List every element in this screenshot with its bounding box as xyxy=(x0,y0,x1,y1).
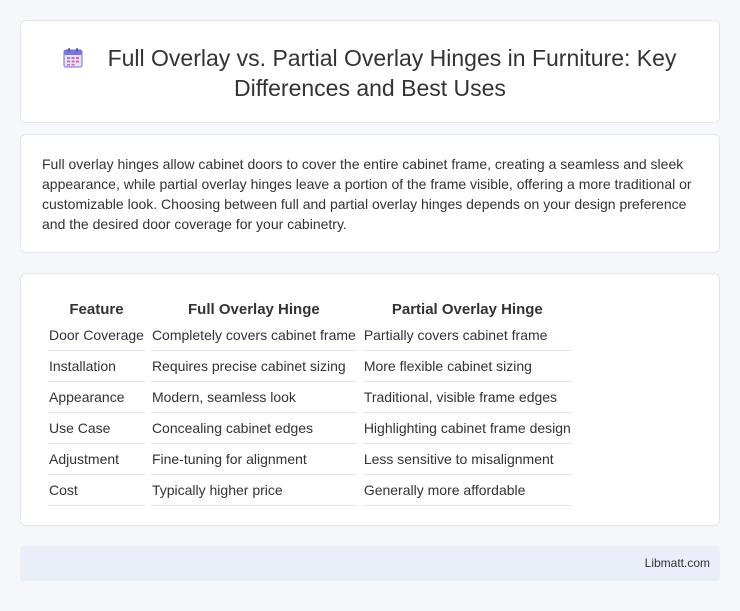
table-cell: Concealing cabinet edges xyxy=(150,413,357,444)
table-cell: Appearance xyxy=(48,382,145,413)
table-cell: Traditional, visible frame edges xyxy=(362,382,572,413)
intro-paragraph: Full overlay hinges allow cabinet doors … xyxy=(42,156,692,232)
table-cell: Less sensitive to misalignment xyxy=(362,444,572,475)
table-cell: Cost xyxy=(48,475,145,506)
comparison-card: Feature Full Overlay Hinge Partial Overl… xyxy=(20,273,720,526)
column-header-full-overlay: Full Overlay Hinge xyxy=(188,301,320,318)
table-row: Appearance Modern, seamless look Traditi… xyxy=(48,382,572,413)
table-cell: Fine-tuning for alignment xyxy=(150,444,357,475)
table-cell: Completely covers cabinet frame xyxy=(150,320,357,351)
footer-site-link[interactable]: Libmatt.com xyxy=(645,556,710,570)
table-row: Door Coverage Completely covers cabinet … xyxy=(48,320,572,351)
column-header-feature: Feature xyxy=(69,301,124,318)
table-cell: Use Case xyxy=(48,413,145,444)
table-cell: More flexible cabinet sizing xyxy=(362,351,572,382)
table-header-row: Feature Full Overlay Hinge Partial Overl… xyxy=(48,296,572,320)
table-cell: Door Coverage xyxy=(48,320,145,351)
table-cell: Generally more affordable xyxy=(362,475,572,506)
footer: Libmatt.com xyxy=(20,546,720,581)
table-cell: Typically higher price xyxy=(150,475,357,506)
page-title-line-2: Differences and Best Uses xyxy=(234,75,506,101)
table-cell: Highlighting cabinet frame design xyxy=(362,413,572,444)
table-cell: Adjustment xyxy=(48,444,145,475)
table-cell: Installation xyxy=(48,351,145,382)
table-cell: Modern, seamless look xyxy=(150,382,357,413)
title-card: Full Overlay vs. Partial Overlay Hinges … xyxy=(20,20,720,123)
table-row: Cost Typically higher price Generally mo… xyxy=(48,475,572,506)
page-title: Full Overlay vs. Partial Overlay Hinges … xyxy=(21,43,719,103)
column-header-partial-overlay: Partial Overlay Hinge xyxy=(391,301,543,318)
table-row: Use Case Concealing cabinet edges Highli… xyxy=(48,413,572,444)
table-row: Installation Requires precise cabinet si… xyxy=(48,351,572,382)
table-cell: Requires precise cabinet sizing xyxy=(150,351,357,382)
intro-card: Full overlay hinges allow cabinet doors … xyxy=(20,134,720,253)
comparison-table: Feature Full Overlay Hinge Partial Overl… xyxy=(42,296,578,506)
table-cell: Partially covers cabinet frame xyxy=(362,320,572,351)
table-row: Adjustment Fine-tuning for alignment Les… xyxy=(48,444,572,475)
page-title-line-1: Full Overlay vs. Partial Overlay Hinges … xyxy=(107,45,677,71)
